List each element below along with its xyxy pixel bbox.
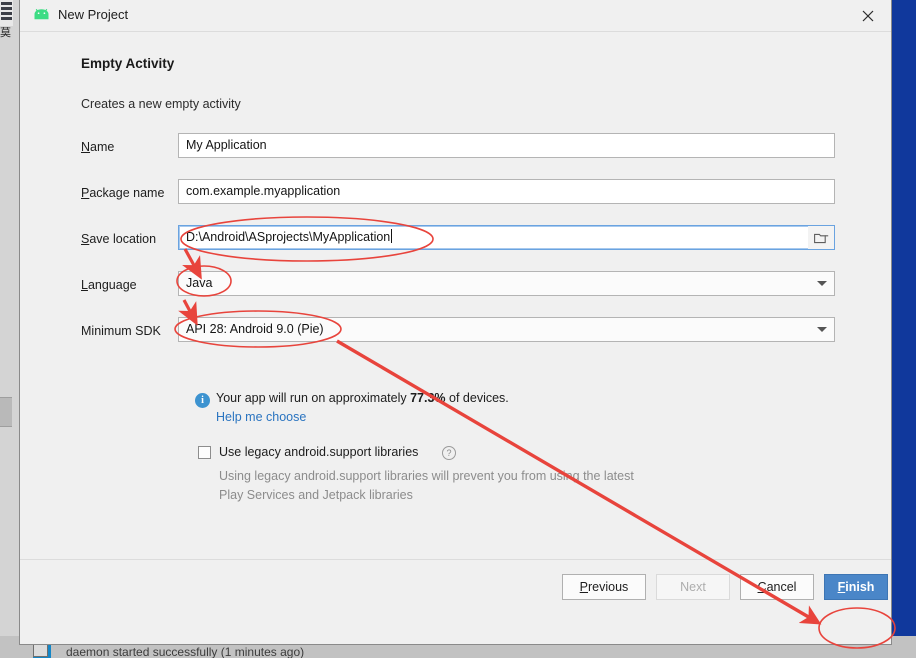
info-icon: i [195,393,210,408]
menu-line [1,12,12,15]
legacy-libraries-checkbox[interactable] [198,446,211,459]
folder-icon[interactable] [808,226,834,249]
name-input[interactable]: My Application [178,133,835,158]
device-coverage-percent: 77.3% [410,391,446,405]
android-robot-icon [33,8,50,23]
minimum-sdk-select[interactable]: API 28: Android 9.0 (Pie) [178,317,835,342]
ide-status-message: daemon started successfully (1 minutes a… [66,645,305,658]
device-coverage-text: Your app will run on approximately 77.3%… [216,391,509,405]
close-icon[interactable] [845,0,891,31]
save-location-input[interactable]: D:\Android\ASprojects\MyApplication [178,225,835,250]
label-language: Language [81,278,137,292]
package-name-input[interactable]: com.example.myapplication [178,179,835,204]
menu-line [1,7,12,10]
finish-button[interactable]: Finish [824,574,888,600]
menu-line [1,2,12,5]
chevron-down-icon[interactable] [817,327,827,332]
next-button: Next [656,574,730,600]
previous-button[interactable]: Previous [562,574,646,600]
page-title: Empty Activity [81,56,175,71]
screen: 莫 daemon started successfully (1 minutes… [0,0,916,658]
chevron-down-icon[interactable] [817,281,827,286]
label-name: Name [81,140,115,154]
ide-status-icon [33,644,48,657]
new-project-dialog: New Project Empty Activity Creates a new… [19,0,892,645]
ide-left-strip [0,0,19,658]
help-me-choose-link[interactable]: Help me choose [216,410,306,424]
legacy-libraries-description: Using legacy android.support libraries w… [219,469,634,502]
language-select[interactable]: Java [178,271,835,296]
dialog-title: New Project [58,7,129,22]
question-mark-icon[interactable]: ? [442,446,456,460]
dialog-body: Empty Activity Creates a new empty activ… [20,32,891,614]
desktop-background [892,0,916,658]
page-subtitle: Creates a new empty activity [81,97,241,111]
legacy-libraries-label[interactable]: Use legacy android.support libraries [219,445,418,459]
ide-tool-window-tab[interactable] [0,397,12,427]
ide-sidebar-label: 莫 [0,27,11,39]
cancel-button[interactable]: Cancel [740,574,814,600]
dialog-footer: Previous Next Cancel Finish [20,559,891,614]
dialog-title-bar: New Project [20,0,891,32]
label-package-name: Package name [81,186,165,200]
label-minimum-sdk: Minimum SDK [81,324,161,338]
ide-menu-bar[interactable] [0,0,13,26]
text-caret [391,229,393,243]
label-save-location: Save location [81,232,157,246]
menu-line [1,17,12,20]
